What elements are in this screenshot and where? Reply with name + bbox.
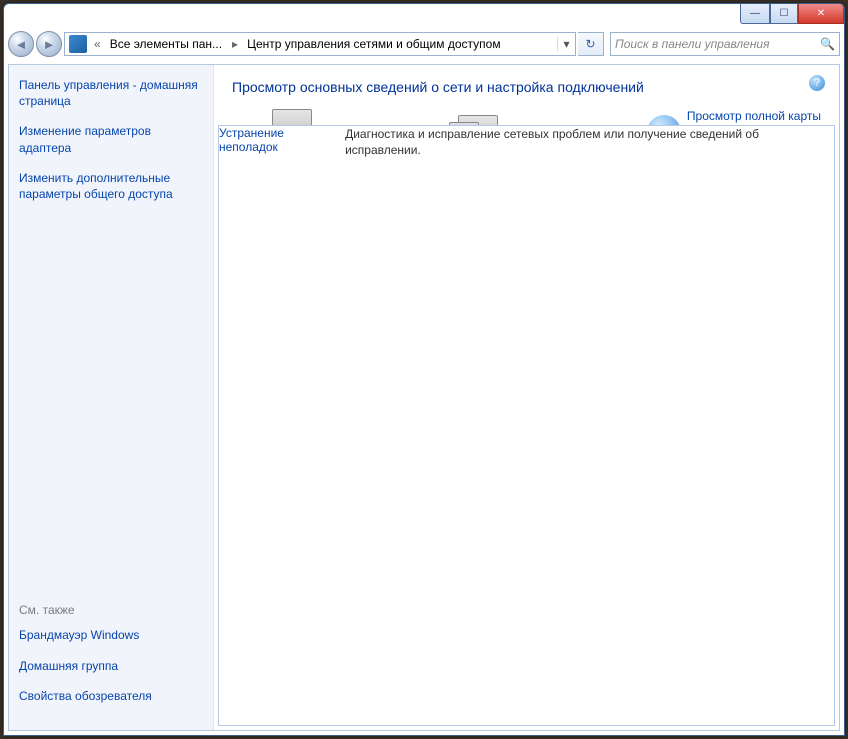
refresh-button[interactable]: ↻	[578, 32, 604, 56]
sidebar-link-adapter[interactable]: Изменение параметров адаптера	[19, 123, 203, 155]
sidebar-link-sharing[interactable]: Изменить дополнительные параметры общего…	[19, 170, 203, 202]
page-title: Просмотр основных сведений о сети и наст…	[232, 79, 821, 95]
see-also-heading: См. также	[19, 603, 203, 617]
see-also-homegroup[interactable]: Домашняя группа	[19, 658, 203, 674]
back-button[interactable]: ◄	[8, 31, 34, 57]
breadcrumb-seg-2[interactable]: Центр управления сетями и общим доступом	[241, 33, 508, 55]
sidebar-link-home[interactable]: Панель управления - домашняя страница	[19, 77, 203, 109]
address-bar[interactable]: « Все элементы пан... ▸ Центр управления…	[64, 32, 576, 56]
control-panel-window: — ☐ ✕ ◄ ► « Все элементы пан... ▸ Центр …	[3, 3, 845, 736]
task-troubleshoot[interactable]: Устранение неполадокДиагностика и исправ…	[232, 508, 821, 540]
chevron-right-icon[interactable]: ▸	[229, 37, 241, 51]
see-also-internet-options[interactable]: Свойства обозревателя	[19, 688, 203, 704]
address-dropdown[interactable]: ▾	[557, 37, 575, 51]
main-pane: ? Просмотр основных сведений о сети и на…	[214, 65, 839, 730]
task-desc: Диагностика и исправление сетевых пробле…	[345, 126, 834, 725]
search-placeholder: Поиск в панели управления	[615, 37, 770, 51]
minimize-button[interactable]: —	[740, 4, 770, 24]
search-input[interactable]: Поиск в панели управления 🔍	[610, 32, 840, 56]
sidebar: Панель управления - домашняя страница Из…	[9, 65, 214, 730]
caption-buttons: — ☐ ✕	[740, 4, 844, 24]
search-icon[interactable]: 🔍	[820, 37, 835, 51]
navigation-row: ◄ ► « Все элементы пан... ▸ Центр управл…	[8, 28, 840, 60]
sidebar-footer: См. также Брандмауэр Windows Домашняя гр…	[19, 603, 203, 718]
maximize-button[interactable]: ☐	[770, 4, 798, 24]
control-panel-icon	[69, 35, 87, 53]
forward-button[interactable]: ►	[36, 31, 62, 57]
body-split: Панель управления - домашняя страница Из…	[8, 64, 840, 731]
task-title[interactable]: Устранение неполадок	[219, 126, 345, 722]
help-icon[interactable]: ?	[809, 75, 825, 91]
full-map-link[interactable]: Просмотр полной карты	[687, 109, 821, 123]
close-button[interactable]: ✕	[798, 4, 844, 24]
tasks-list: Настройка нового подключения или сетиНас…	[232, 376, 821, 540]
breadcrumb-overflow[interactable]: «	[91, 37, 104, 51]
breadcrumb-seg-1[interactable]: Все элементы пан...	[104, 33, 229, 55]
see-also-firewall[interactable]: Брандмауэр Windows	[19, 627, 203, 643]
